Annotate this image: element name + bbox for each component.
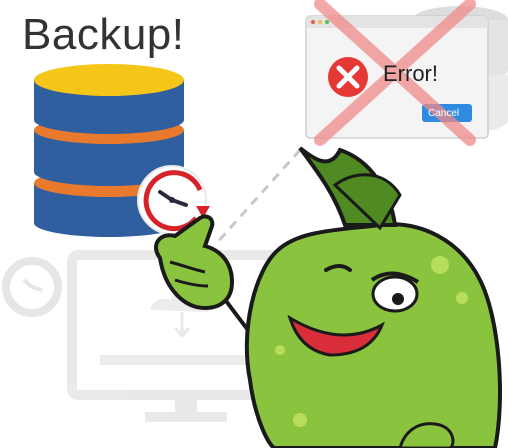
mascot bbox=[154, 146, 502, 448]
connector-line bbox=[213, 148, 302, 247]
cancel-button-label[interactable]: Cancel bbox=[428, 108, 459, 119]
error-icon bbox=[328, 57, 368, 97]
error-message: Error! bbox=[383, 61, 438, 86]
